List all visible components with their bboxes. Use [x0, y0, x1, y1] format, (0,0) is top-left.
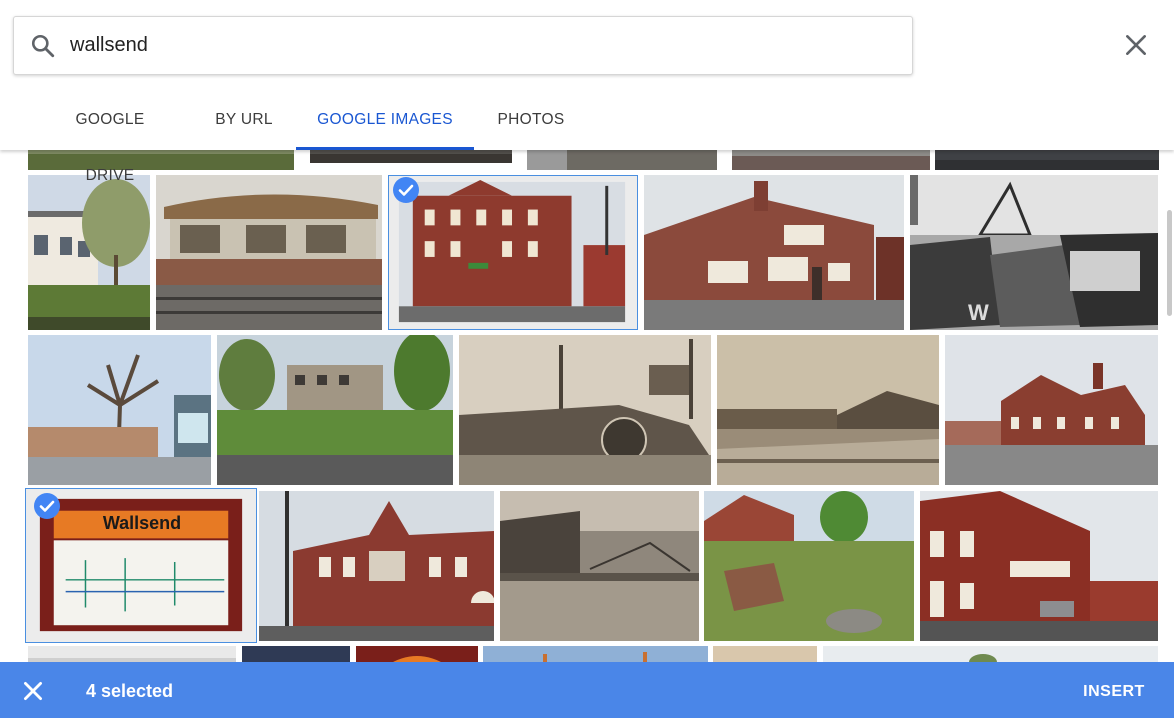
image-result[interactable]: W [910, 175, 1158, 330]
tab-by-url[interactable]: BY URL [210, 92, 278, 147]
image-result[interactable] [945, 335, 1158, 485]
search-icon [31, 34, 55, 58]
image-result[interactable] [459, 335, 711, 485]
tab-photos[interactable]: PHOTOS [494, 92, 568, 147]
scrollbar-thumb[interactable] [1167, 210, 1172, 316]
image-result[interactable] [217, 335, 453, 485]
image-result[interactable] [500, 491, 699, 641]
image-result[interactable] [704, 491, 914, 641]
selected-count: 4 selected [86, 681, 174, 701]
image-result[interactable] [717, 335, 939, 485]
image-result[interactable] [644, 175, 904, 330]
close-icon[interactable] [1123, 32, 1149, 58]
selection-bar: 4 selected INSERT [0, 662, 1174, 718]
image-result[interactable] [156, 175, 382, 330]
check-icon[interactable] [393, 177, 419, 203]
close-icon[interactable] [20, 678, 46, 704]
source-tabs: GOOGLE DRIVE BY URL GOOGLE IMAGES PHOTOS [0, 92, 1174, 184]
check-icon[interactable] [34, 493, 60, 519]
signboard-text: Wallsend [102, 513, 182, 533]
picker-header: GOOGLE DRIVE BY URL GOOGLE IMAGES PHOTOS [0, 0, 1174, 184]
svg-text:W: W [968, 300, 989, 325]
tab-google-drive[interactable]: GOOGLE DRIVE [50, 92, 170, 184]
search-input[interactable] [70, 30, 850, 60]
image-result[interactable] [259, 491, 494, 641]
image-result[interactable] [920, 491, 1158, 641]
tab-google-images[interactable]: GOOGLE IMAGES [296, 92, 474, 150]
image-result-selected[interactable] [388, 175, 638, 330]
image-result[interactable] [28, 335, 211, 485]
insert-button[interactable]: INSERT [1066, 675, 1162, 707]
